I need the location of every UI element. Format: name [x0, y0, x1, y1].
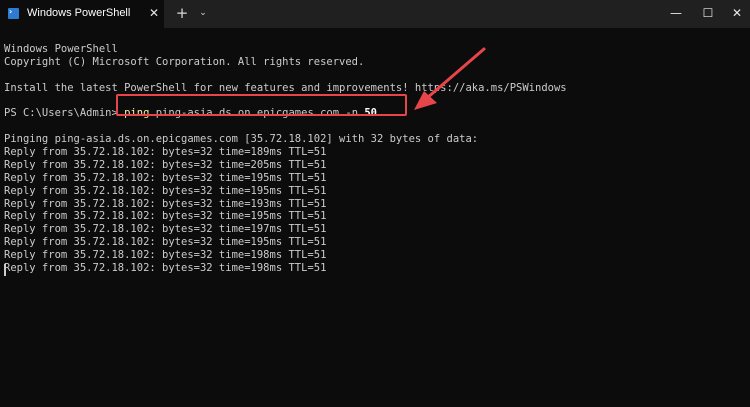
console-output[interactable]: Windows PowerShell Copyright (C) Microsof…	[4, 30, 746, 400]
text-cursor	[4, 264, 6, 276]
header-line: Windows PowerShell	[4, 42, 118, 55]
reply-line: Reply from 35.72.18.102: bytes=32 time=2…	[4, 158, 327, 171]
tab-windows-powershell[interactable]: › Windows PowerShell ✕	[0, 0, 164, 28]
reply-line: Reply from 35.72.18.102: bytes=32 time=1…	[4, 236, 327, 249]
command-highlight-box	[116, 94, 407, 116]
close-tab-icon[interactable]: ✕	[148, 6, 160, 20]
reply-line: Reply from 35.72.18.102: bytes=32 time=1…	[4, 171, 327, 184]
reply-line: Reply from 35.72.18.102: bytes=32 time=1…	[4, 223, 327, 236]
reply-line: Reply from 35.72.18.102: bytes=32 time=1…	[4, 146, 327, 159]
maximize-button[interactable]: ☐	[694, 0, 722, 28]
reply-line: Reply from 35.72.18.102: bytes=32 time=1…	[4, 197, 327, 210]
title-bar: › Windows PowerShell ✕ + ⌄ — ☐ ✕	[0, 0, 750, 28]
install-line: Install the latest PowerShell for new fe…	[4, 81, 567, 94]
tab-dropdown-chevron-icon[interactable]: ⌄	[196, 5, 210, 21]
reply-line: Reply from 35.72.18.102: bytes=32 time=1…	[4, 210, 327, 223]
copyright-line: Copyright (C) Microsoft Corporation. All…	[4, 55, 365, 68]
prompt: PS C:\Users\Admin>	[4, 107, 125, 120]
reply-line: Reply from 35.72.18.102: bytes=32 time=1…	[4, 249, 327, 262]
minimize-button[interactable]: —	[662, 0, 690, 28]
reply-line: Reply from 35.72.18.102: bytes=32 time=1…	[4, 262, 327, 275]
pinging-line: Pinging ping-asia.ds.on.epicgames.com [3…	[4, 133, 479, 146]
reply-line: Reply from 35.72.18.102: bytes=32 time=1…	[4, 184, 327, 197]
tab-title: Windows PowerShell	[27, 7, 131, 19]
powershell-icon: ›	[8, 7, 19, 19]
powershell-window: › Windows PowerShell ✕ + ⌄ — ☐ ✕ Windows…	[0, 0, 750, 407]
new-tab-button[interactable]: +	[174, 5, 190, 21]
close-window-button[interactable]: ✕	[724, 0, 750, 28]
